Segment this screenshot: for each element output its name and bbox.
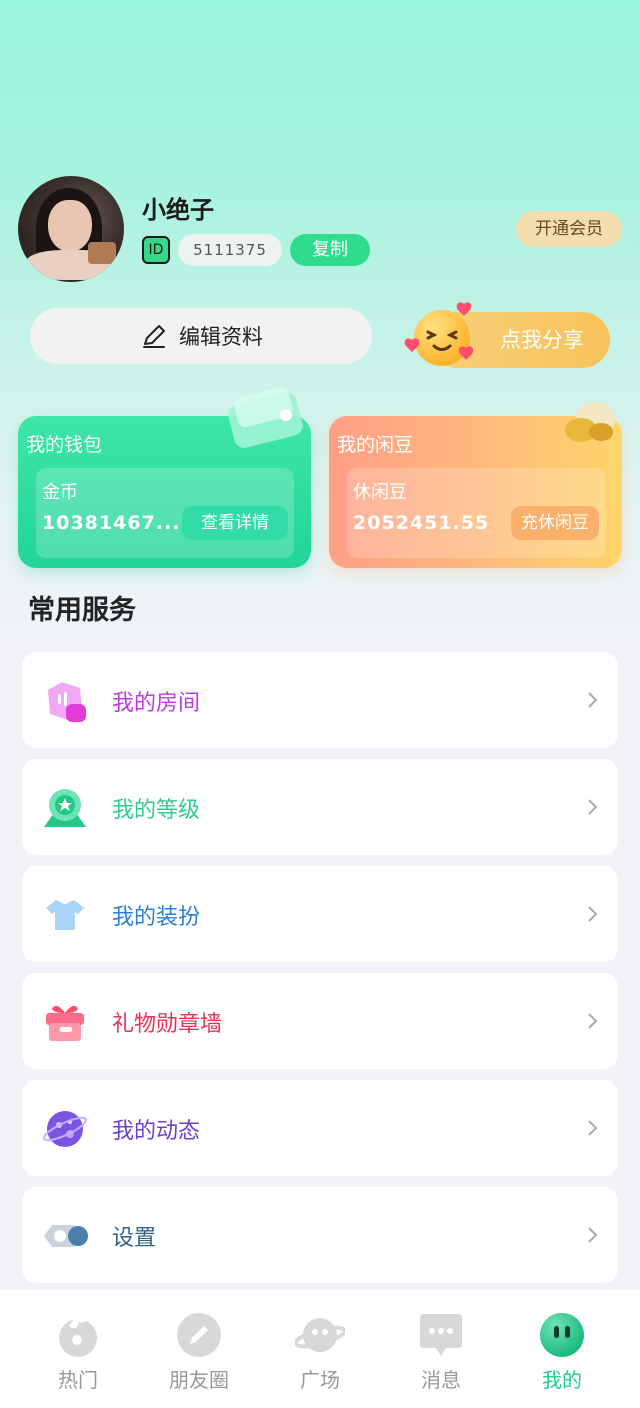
section-title-services: 常用服务 [28,595,136,626]
service-label-outfit: 我的装扮 [112,905,201,930]
service-label-gift-wall: 礼物勋章墙 [112,1012,223,1037]
nav-label-me: 我的 [542,1368,582,1392]
view-details-button[interactable]: 查看详情 [182,506,288,540]
pencil-icon [143,325,165,348]
recharge-beans-button[interactable]: 充休闲豆 [511,506,599,540]
nav-label-hot: 热门 [58,1368,98,1392]
user-id-value: 5111375 [178,234,282,266]
nav-label-friends: 朋友圈 [169,1368,229,1392]
outfit-icon [46,900,84,930]
hot-icon [59,1317,97,1357]
wallet-card[interactable]: 我的钱包 金币 10381467... 查看详情 [18,387,311,568]
service-label-moments: 我的动态 [112,1119,201,1144]
service-label-settings: 设置 [112,1226,157,1251]
chevron-right-icon [588,1013,598,1029]
nav-item-square[interactable]: 广场 [256,1290,384,1408]
open-vip-button[interactable]: 开通会员 [516,211,622,247]
settings-icon [44,1225,88,1247]
chevron-right-icon [588,1120,598,1136]
service-item-gift-wall[interactable]: 礼物勋章墙 [22,973,618,1069]
wallet-title: 我的钱包 [26,434,103,456]
chevron-right-icon [588,906,598,922]
service-item-room[interactable]: 我的房间 [22,652,618,748]
level-icon [44,789,86,827]
beans-label: 休闲豆 [353,482,407,503]
chevron-right-icon [588,799,598,815]
service-label-room: 我的房间 [112,691,201,716]
avatar[interactable] [18,176,124,282]
chevron-right-icon [588,692,598,708]
service-label-level: 我的等级 [112,798,201,823]
service-item-outfit[interactable]: 我的装扮 [22,866,618,962]
id-badge: ID [142,236,170,264]
copy-id-button[interactable]: 复制 [290,234,370,266]
share-label: 点我分享 [500,328,584,352]
service-item-moments[interactable]: 我的动态 [22,1080,618,1176]
gift-icon [46,1005,84,1041]
room-icon [48,682,86,722]
nav-item-me[interactable]: 我的 [498,1290,626,1408]
message-icon [420,1314,462,1356]
coin-label: 金币 [42,482,78,503]
bottom-nav: 热门 朋友圈 广场 消息 我的 [0,1290,640,1408]
beans-inner-panel: 休闲豆 2052451.55 充休闲豆 [347,468,605,558]
smiley-hearts-icon [404,302,474,366]
friends-icon [177,1313,221,1357]
nav-item-messages[interactable]: 消息 [377,1290,505,1408]
nav-item-friends[interactable]: 朋友圈 [135,1290,263,1408]
planet-icon [295,1318,345,1352]
beans-title: 我的闲豆 [337,434,414,456]
nav-label-messages: 消息 [421,1368,461,1392]
edit-profile-label: 编辑资料 [179,325,263,349]
wallet-inner-panel: 金币 10381467... 查看详情 [36,468,294,558]
wallet-icon [228,387,303,448]
moments-icon [43,1111,87,1147]
chevron-right-icon [588,1227,598,1243]
beans-balance: 2052451.55 [353,512,490,534]
edit-profile-button[interactable]: 编辑资料 [30,308,372,364]
username: 小绝子 [142,196,214,224]
coin-balance: 10381467... [42,512,181,534]
nav-label-square: 广场 [300,1368,340,1392]
me-icon [540,1313,584,1357]
service-item-settings[interactable]: 设置 [22,1187,618,1283]
beans-card[interactable]: 我的闲豆 休闲豆 2052451.55 充休闲豆 [329,402,622,568]
service-item-level[interactable]: 我的等级 [22,759,618,855]
nav-item-hot[interactable]: 热门 [14,1290,142,1408]
gold-beans-icon [565,402,615,442]
